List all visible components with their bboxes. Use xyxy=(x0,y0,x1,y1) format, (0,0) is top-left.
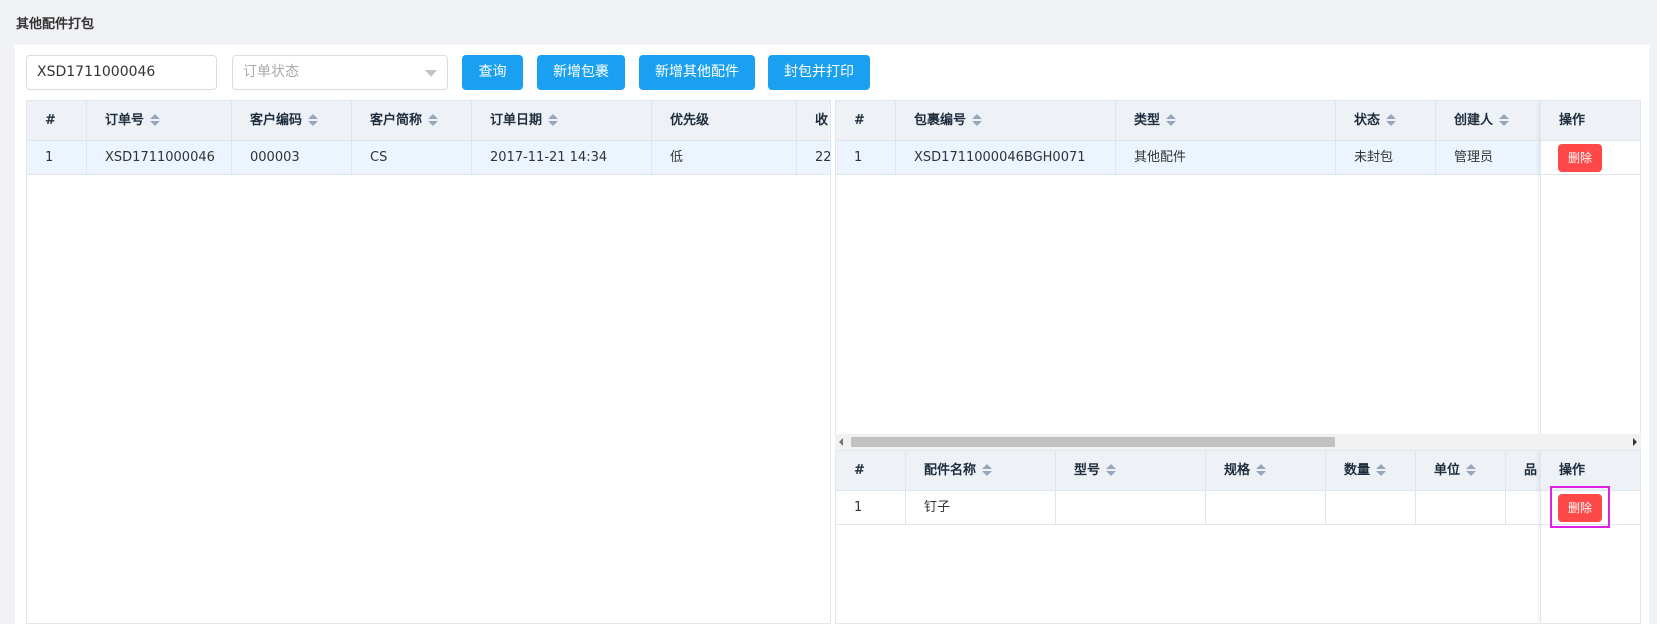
sort-icon[interactable] xyxy=(1106,463,1117,476)
part-spec xyxy=(1206,491,1326,524)
orders-table: # 订单号 客户编码 客户简称 订单日期 优先级 收 1 XSD17110000… xyxy=(26,100,831,624)
add-package-button[interactable]: 新增包裹 xyxy=(537,55,625,90)
order-status-placeholder: 订单状态 xyxy=(243,64,299,80)
packages-col-type[interactable]: 类型 xyxy=(1116,101,1336,140)
part-unit xyxy=(1416,491,1506,524)
chevron-down-icon xyxy=(425,70,437,77)
package-creator: 管理员 xyxy=(1436,141,1542,174)
sort-icon[interactable] xyxy=(308,113,319,126)
parts-col-model[interactable]: 型号 xyxy=(1056,451,1206,490)
page-title: 其他配件打包 xyxy=(16,17,95,32)
query-button[interactable]: 查询 xyxy=(462,55,523,90)
delete-package-button[interactable]: 删除 xyxy=(1558,144,1602,172)
scrollbar-thumb[interactable] xyxy=(851,437,1335,447)
orders-col-receiver: 收 xyxy=(815,113,829,128)
parts-table: # 配件名称 型号 规格 数量 单位 品 1 钉子 操作 删除 xyxy=(835,450,1641,624)
part-model xyxy=(1056,491,1206,524)
package-index: 1 xyxy=(836,141,896,174)
packages-action-column: 操作 删除 xyxy=(1540,101,1640,434)
parts-col-name[interactable]: 配件名称 xyxy=(906,451,1056,490)
orders-col-customer-code[interactable]: 客户编码 xyxy=(232,101,352,140)
scroll-left-icon[interactable] xyxy=(839,438,843,446)
order-index: 1 xyxy=(27,141,87,174)
parts-col-spec[interactable]: 规格 xyxy=(1206,451,1326,490)
table-row[interactable]: 1 XSD1711000046 000003 CS 2017-11-21 14:… xyxy=(27,141,830,175)
delete-part-button[interactable]: 删除 xyxy=(1558,494,1602,522)
sort-icon[interactable] xyxy=(548,113,559,126)
orders-col-index: # xyxy=(27,101,87,140)
order-no: XSD1711000046 xyxy=(87,141,232,174)
sort-icon[interactable] xyxy=(1376,463,1387,476)
table-row[interactable]: 1 XSD1711000046BGH0071 其他配件 未封包 管理员 xyxy=(836,141,1640,175)
part-index: 1 xyxy=(836,491,906,524)
scroll-right-icon[interactable] xyxy=(1633,438,1637,446)
parts-col-action: 操作 xyxy=(1541,451,1640,491)
package-type: 其他配件 xyxy=(1116,141,1336,174)
parts-col-unit[interactable]: 单位 xyxy=(1416,451,1506,490)
order-number-input[interactable]: XSD1711000046 xyxy=(26,55,217,90)
sort-icon[interactable] xyxy=(150,113,161,126)
customer-short: CS xyxy=(352,141,472,174)
sort-icon[interactable] xyxy=(972,113,983,126)
packages-horizontal-scrollbar[interactable] xyxy=(835,434,1641,450)
table-row[interactable]: 1 钉子 xyxy=(836,491,1640,525)
order-priority: 低 xyxy=(652,141,797,174)
parts-table-header: # 配件名称 型号 规格 数量 单位 品 xyxy=(836,451,1640,491)
order-receiver: 22 xyxy=(815,150,831,165)
orders-table-header: # 订单号 客户编码 客户简称 订单日期 优先级 收 xyxy=(27,101,830,141)
sort-icon[interactable] xyxy=(982,463,993,476)
orders-col-order-no[interactable]: 订单号 xyxy=(87,101,232,140)
order-status-select[interactable]: 订单状态 xyxy=(232,55,448,90)
part-name: 钉子 xyxy=(906,491,1056,524)
sort-icon[interactable] xyxy=(1499,113,1510,126)
order-date: 2017-11-21 14:34 xyxy=(472,141,652,174)
sort-icon[interactable] xyxy=(1386,113,1397,126)
parts-col-index: # xyxy=(836,451,906,490)
seal-and-print-button[interactable]: 封包并打印 xyxy=(768,55,870,90)
customer-code: 000003 xyxy=(232,141,352,174)
sort-icon[interactable] xyxy=(1166,113,1177,126)
add-other-parts-button[interactable]: 新增其他配件 xyxy=(639,55,755,90)
packages-col-package-no[interactable]: 包裹编号 xyxy=(896,101,1116,140)
parts-action-column: 操作 删除 xyxy=(1540,451,1640,623)
orders-col-priority: 优先级 xyxy=(652,101,797,140)
package-action-cell: 删除 xyxy=(1541,141,1640,175)
packages-table-header: # 包裹编号 类型 状态 创建人 xyxy=(836,101,1640,141)
orders-col-customer-short[interactable]: 客户简称 xyxy=(352,101,472,140)
part-action-cell: 删除 xyxy=(1541,486,1640,528)
package-no: XSD1711000046BGH0071 xyxy=(896,141,1116,174)
package-status: 未封包 xyxy=(1336,141,1436,174)
sort-icon[interactable] xyxy=(1256,463,1267,476)
packages-col-status[interactable]: 状态 xyxy=(1336,101,1436,140)
packages-col-index: # xyxy=(836,101,896,140)
parts-col-quantity[interactable]: 数量 xyxy=(1326,451,1416,490)
packages-col-action: 操作 xyxy=(1541,101,1640,141)
part-quantity xyxy=(1326,491,1416,524)
packages-table: # 包裹编号 类型 状态 创建人 1 XSD1711000046BGH0071 … xyxy=(835,100,1641,435)
orders-col-order-date[interactable]: 订单日期 xyxy=(472,101,652,140)
sort-icon[interactable] xyxy=(1466,463,1477,476)
packages-col-creator[interactable]: 创建人 xyxy=(1436,101,1542,140)
sort-icon[interactable] xyxy=(428,113,439,126)
